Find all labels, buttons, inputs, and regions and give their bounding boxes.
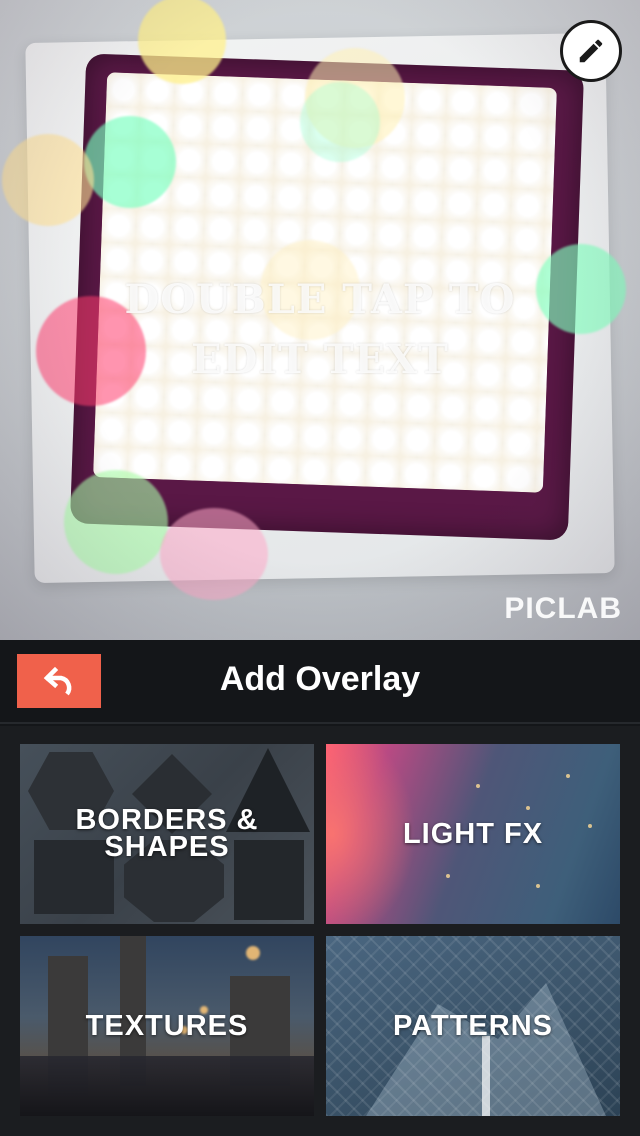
sparkle [446,874,450,878]
tile-label: PATTERNS [393,1009,553,1042]
street-light [246,946,260,960]
photo-canvas[interactable]: DOUBLE TAP TO EDIT TEXT PICLAB [0,0,640,640]
overlay-tile-patterns[interactable]: PATTERNS [326,936,620,1116]
pencil-icon [579,39,603,63]
overlay-category-grid: BORDERS & SHAPES LIGHT FX TEXTURES PATTE… [0,726,640,1136]
river [20,1056,314,1116]
overlay-tile-textures[interactable]: TEXTURES [20,936,314,1116]
tile-label-line: BORDERS & [75,804,259,836]
tile-label: TEXTURES [85,1009,249,1042]
tile-label: BORDERS & SHAPES [75,804,259,863]
edit-button[interactable] [560,20,622,82]
sparkle [526,806,530,810]
sparkle [536,884,540,888]
sparkle [476,784,480,788]
piclab-watermark: PICLAB [504,592,622,625]
tile-label: LIGHT FX [402,817,544,850]
page-title: Add Overlay [219,660,421,698]
editable-overlay-text[interactable]: DOUBLE TAP TO EDIT TEXT [60,270,580,390]
tile-label-line: SHAPES [104,831,230,863]
overlay-tile-light-fx[interactable]: LIGHT FX [326,744,620,924]
sparkle [588,824,592,828]
overlay-toolbar: Add Overlay [0,640,640,724]
sparkle [566,774,570,778]
overlay-tile-borders-shapes[interactable]: BORDERS & SHAPES [20,744,314,924]
